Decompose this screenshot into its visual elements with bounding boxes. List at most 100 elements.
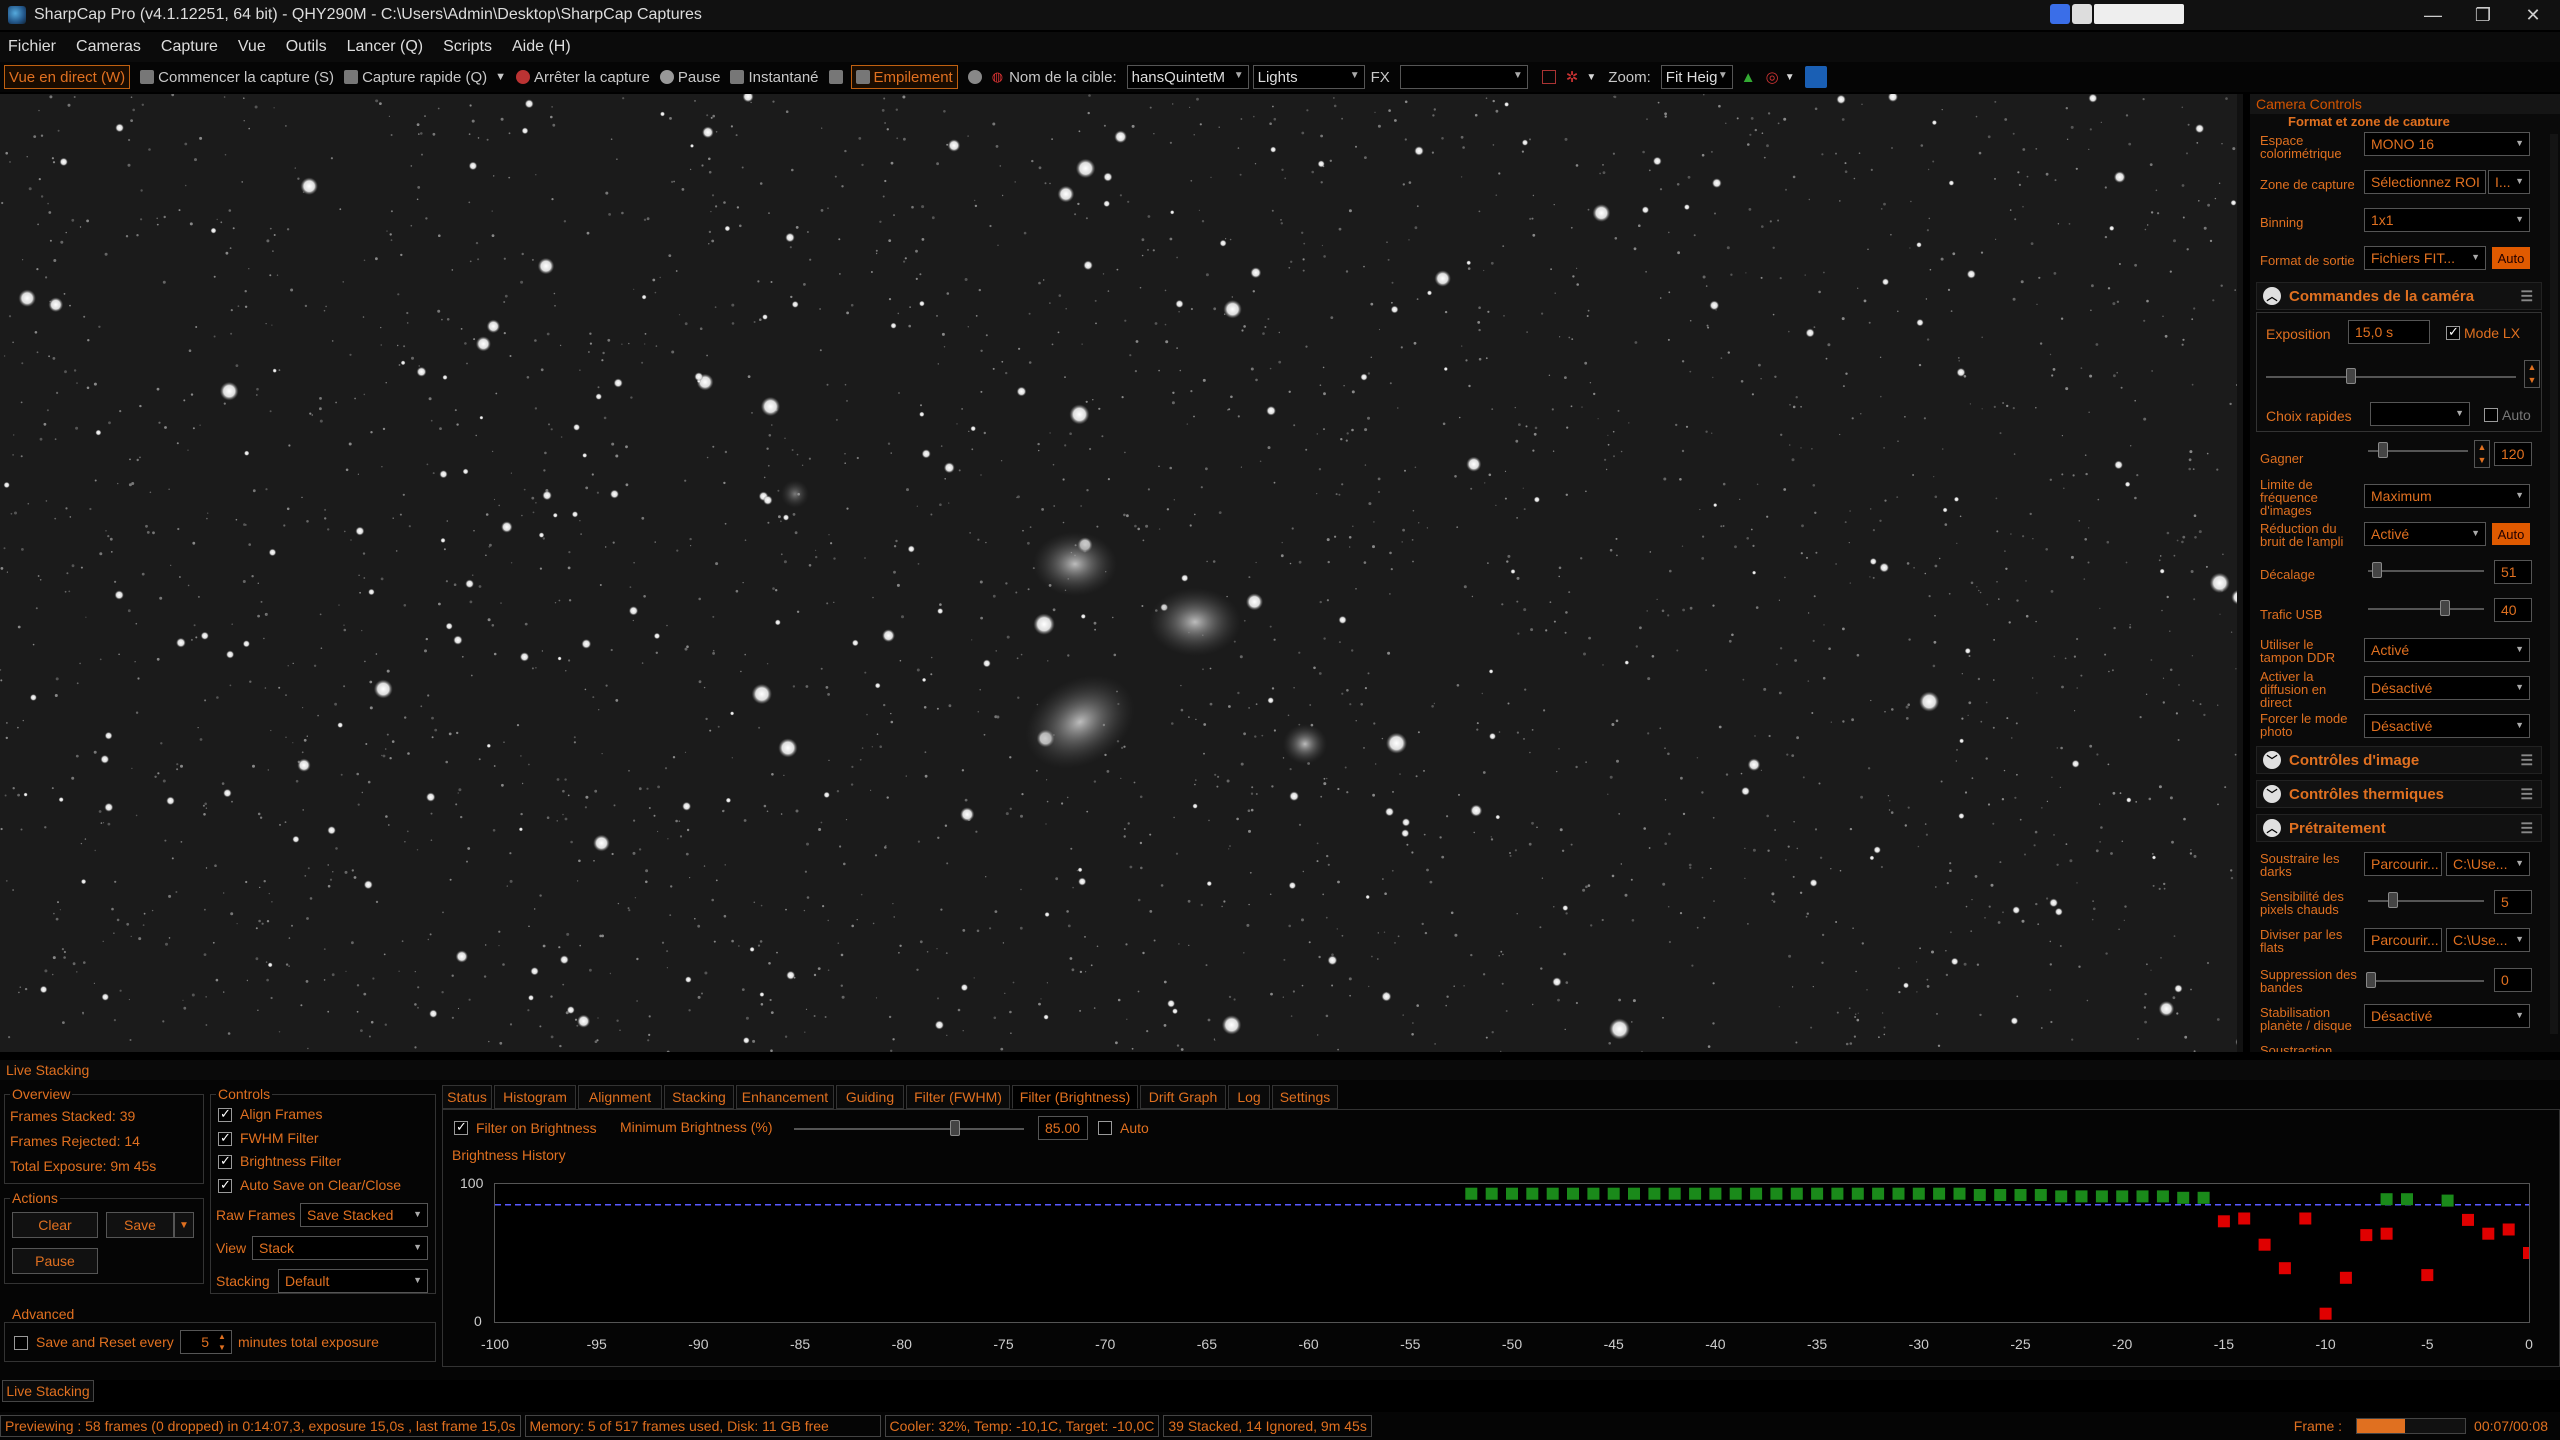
brightness-filter-checkbox[interactable] (218, 1153, 232, 1169)
amp-noise-auto-button[interactable]: Auto (2492, 523, 2530, 545)
darks-path-select[interactable]: C:\Use... ▼ (2446, 852, 2530, 876)
gain-slider-thumb[interactable] (2378, 442, 2388, 458)
section-camera-controls[interactable]: ︿ Commandes de la caméra ☰ (2256, 282, 2542, 310)
tab-log[interactable]: Log (1228, 1085, 1270, 1109)
chevron-down-icon[interactable]: ▼ (1586, 72, 1596, 83)
align-frames-checkbox[interactable] (218, 1106, 232, 1122)
tab-settings[interactable]: Settings (1272, 1085, 1338, 1109)
pause-button[interactable]: Pause (659, 64, 720, 90)
tab-filter-brightness[interactable]: Filter (Brightness) (1012, 1085, 1138, 1109)
save-dropdown[interactable]: ▼ (174, 1212, 194, 1238)
histogram-icon[interactable]: ▲ (1741, 69, 1756, 86)
menu-launch[interactable]: Lancer (Q) (347, 38, 423, 56)
feather-icon[interactable] (1804, 66, 1827, 88)
menu-file[interactable]: Fichier (8, 38, 56, 56)
menu-icon[interactable]: ☰ (2520, 786, 2533, 803)
quick-capture-button[interactable]: Capture rapide (Q) ▼ (344, 64, 506, 90)
min-brightness-slider-track[interactable] (794, 1128, 1024, 1130)
view-scrollbar[interactable] (2237, 94, 2243, 1052)
auto-save-checkbox[interactable] (218, 1177, 232, 1193)
fps-limit-select[interactable]: Maximum ▼ (2364, 484, 2530, 508)
exposure-auto-checkbox[interactable] (2484, 408, 2498, 422)
menu-icon[interactable]: ☰ (2520, 752, 2533, 769)
hot-pixel-input[interactable]: 5 (2494, 890, 2532, 914)
tab-histogram[interactable]: Histogram (494, 1085, 576, 1109)
image-viewer[interactable] (0, 94, 2243, 1052)
menu-icon[interactable]: ☰ (2520, 288, 2533, 305)
stacking-button[interactable]: Empilement (850, 65, 958, 89)
tab-guiding[interactable]: Guiding (836, 1085, 904, 1109)
menu-view[interactable]: Vue (238, 38, 266, 56)
binning-select[interactable]: 1x1 ▼ (2364, 208, 2530, 232)
capture-area-extra[interactable]: I... ▼ (2488, 170, 2530, 194)
raw-frames-select[interactable]: Save Stacked ▼ (300, 1203, 428, 1227)
clear-button[interactable]: Clear (12, 1212, 98, 1238)
ddr-select[interactable]: Activé ▼ (2364, 638, 2530, 662)
exposure-input[interactable]: 15,0 s (2348, 320, 2430, 344)
close-button[interactable]: ✕ (2508, 0, 2558, 30)
section-image-controls[interactable]: ﹀ Contrôles d'image ☰ (2256, 746, 2542, 774)
view-select[interactable]: Stack ▼ (252, 1236, 428, 1260)
gain-input[interactable]: 120 (2494, 442, 2532, 466)
save-reset-stepper[interactable]: ▲ ▼ (214, 1331, 230, 1353)
hot-pixel-slider-track[interactable] (2368, 900, 2484, 902)
banding-slider-track[interactable] (2368, 980, 2484, 982)
tab-filter-fwhm[interactable]: Filter (FWHM) (906, 1085, 1010, 1109)
offset-slider-thumb[interactable] (2372, 562, 2382, 578)
live-view-button[interactable]: Vue en direct (W) (4, 65, 131, 89)
live-stacking-tab-button[interactable]: Live Stacking (2, 1380, 94, 1402)
globe-icon[interactable] (2072, 4, 2092, 24)
quick-choices-select[interactable]: ▼ (2370, 402, 2470, 426)
crosshair-icon[interactable]: ✲ (1566, 68, 1579, 86)
panel-scrollbar[interactable] (2550, 134, 2558, 1034)
flats-path-select[interactable]: C:\Use... ▼ (2446, 928, 2530, 952)
stack-pause-button[interactable]: Pause (12, 1248, 98, 1274)
colour-space-select[interactable]: MONO 16 ▼ (2364, 132, 2530, 156)
output-format-select[interactable]: Fichiers FIT... ▼ (2364, 246, 2486, 270)
snapshot-button[interactable]: Instantané (730, 64, 819, 90)
min-brightness-input[interactable]: 85.00 (1038, 1116, 1088, 1140)
fwhm-filter-checkbox[interactable] (218, 1130, 232, 1146)
flats-browse-button[interactable]: Parcourir... (2364, 928, 2442, 952)
monitor-icon[interactable] (828, 70, 843, 84)
min-brightness-slider-thumb[interactable] (950, 1120, 960, 1136)
filter-on-brightness-checkbox[interactable] (454, 1119, 468, 1135)
tab-alignment[interactable]: Alignment (578, 1085, 662, 1109)
menu-tools[interactable]: Outils (286, 38, 327, 56)
section-capture-format[interactable]: Format et zone de capture (2252, 114, 2548, 126)
auto-threshold-checkbox[interactable] (1098, 1121, 1112, 1135)
frame-type-select[interactable]: Lights ▼ (1252, 65, 1365, 89)
live-stream-select[interactable]: Désactivé ▼ (2364, 676, 2530, 700)
stabilization-select[interactable]: Désactivé ▼ (2364, 1004, 2530, 1028)
menu-cameras[interactable]: Cameras (76, 38, 141, 56)
offset-slider-track[interactable] (2368, 570, 2484, 572)
tab-status[interactable]: Status (442, 1085, 492, 1109)
menu-icon[interactable]: ☰ (2520, 820, 2533, 837)
stacking-select[interactable]: Default ▼ (278, 1269, 428, 1293)
section-preprocessing[interactable]: ︿ Prétraitement ☰ (2256, 814, 2542, 842)
menu-help[interactable]: Aide (H) (512, 38, 571, 56)
stop-capture-button[interactable]: Arrêter la capture (516, 64, 650, 90)
menu-capture[interactable]: Capture (161, 38, 218, 56)
exposure-slider-track[interactable] (2266, 376, 2516, 378)
banding-slider-thumb[interactable] (2366, 972, 2376, 988)
tab-drift-graph[interactable]: Drift Graph (1140, 1085, 1226, 1109)
hot-pixel-slider-thumb[interactable] (2388, 892, 2398, 908)
extension-icon[interactable] (2050, 4, 2070, 24)
target-name-select[interactable]: hansQuintetM ▼ (1126, 65, 1249, 89)
minimize-button[interactable]: — (2408, 0, 2458, 30)
section-thermal-controls[interactable]: ﹀ Contrôles thermiques ☰ (2256, 780, 2542, 808)
usb-slider-track[interactable] (2368, 608, 2484, 610)
offset-input[interactable]: 51 (2494, 560, 2532, 584)
chevron-down-icon[interactable]: ▼ (495, 71, 506, 83)
fx-select[interactable]: ▼ (1399, 65, 1528, 89)
banding-input[interactable]: 0 (2494, 968, 2532, 992)
darks-browse-button[interactable]: Parcourir... (2364, 852, 2442, 876)
reticle-icon[interactable]: ◎ (1766, 68, 1779, 86)
menu-scripts[interactable]: Scripts (443, 38, 492, 56)
save-button[interactable]: Save (106, 1212, 174, 1238)
lx-mode-checkbox[interactable] (2446, 324, 2460, 340)
save-reset-checkbox[interactable] (14, 1336, 28, 1350)
chevron-down-icon[interactable]: ▼ (1785, 72, 1795, 83)
capture-area-select[interactable]: Sélectionnez ROI (2364, 170, 2486, 194)
